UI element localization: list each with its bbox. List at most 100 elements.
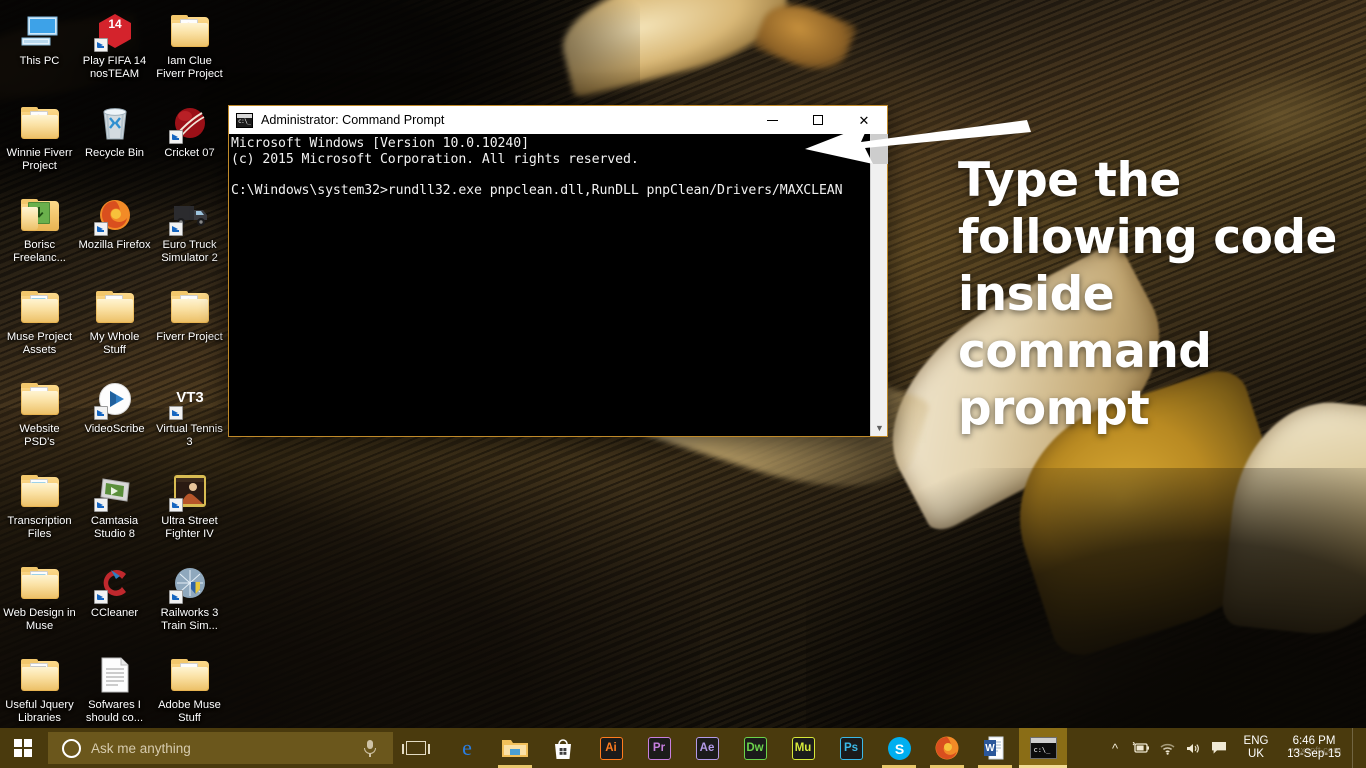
action-center-icon[interactable] <box>1206 728 1232 768</box>
desktop-icon[interactable]: Ultra Street Fighter IV <box>152 466 227 558</box>
taskbar-app-button[interactable]: Pr <box>635 728 683 768</box>
battery-charging-icon[interactable] <box>1128 728 1154 768</box>
taskbar-app-button[interactable]: e <box>443 728 491 768</box>
desktop-icon[interactable]: Borisc Freelanc... <box>2 190 77 282</box>
language-line1: ENG <box>1243 735 1269 747</box>
wifi-icon[interactable] <box>1154 728 1180 768</box>
task-view-button[interactable] <box>393 728 439 768</box>
desktop-icon[interactable]: Web Design in Muse <box>2 558 77 650</box>
desktop-icon-label: Winnie Fiverr Project <box>6 147 73 172</box>
desktop-icon-label: Cricket 07 <box>164 147 215 159</box>
desktop-icon[interactable]: 14 Play FIFA 14 nosTEAM <box>77 6 152 98</box>
desktop-icon-label: Virtual Tennis 3 <box>156 423 223 448</box>
scroll-down-icon[interactable]: ▼ <box>871 419 888 436</box>
desktop-icon-label: Ultra Street Fighter IV <box>161 515 218 540</box>
desktop-icon[interactable]: Muse Project Assets <box>2 282 77 374</box>
taskbar-app-button[interactable]: S <box>875 728 923 768</box>
console-scrollbar[interactable]: ▼ <box>870 134 888 436</box>
ccleaner-icon <box>93 562 136 604</box>
taskbar: Ask me anything e Ai Pr Ae Dw Mu Ps S Wc:\_ ^ <box>0 728 1366 768</box>
volume-icon[interactable] <box>1180 728 1206 768</box>
show-desktop-button[interactable] <box>1352 728 1360 768</box>
desktop-icon[interactable]: Cricket 07 <box>152 98 227 190</box>
console-body[interactable]: Microsoft Windows [Version 10.0.10240] (… <box>229 134 888 436</box>
desktop-icon-label: Play FIFA 14 nosTEAM <box>82 55 147 80</box>
console-output: Microsoft Windows [Version 10.0.10240] (… <box>231 136 843 198</box>
desktop-icon-label: Sofwares I should co... <box>85 699 144 724</box>
shortcut-arrow-icon <box>93 498 108 512</box>
desktop-icon[interactable]: Railworks 3 Train Sim... <box>152 558 227 650</box>
start-button[interactable] <box>0 728 46 768</box>
minimize-button[interactable] <box>749 106 795 134</box>
chevron-up-icon[interactable]: ^ <box>1102 728 1128 768</box>
desktop-icon[interactable]: Euro Truck Simulator 2 <box>152 190 227 282</box>
shortcut-arrow-icon <box>168 130 183 144</box>
computer-icon <box>19 10 61 52</box>
desktop-icon-label: CCleaner <box>90 607 139 619</box>
folder-green-icon <box>19 194 61 236</box>
language-indicator[interactable]: ENG UK <box>1236 735 1276 761</box>
store-icon <box>555 739 571 759</box>
system-tray: ^ ENG UK 6:46 PM 13-Sep-15 wsxsoft.com <box>1102 728 1366 768</box>
desktop-icon[interactable]: Fiverr Project <box>152 282 227 374</box>
taskbar-app-button[interactable] <box>491 728 539 768</box>
desktop-icon-label: Mozilla Firefox <box>78 239 151 251</box>
folder-documents-icon <box>94 286 136 328</box>
folder-code-icon <box>19 654 61 696</box>
desktop-icon[interactable]: Website PSD's <box>2 374 77 466</box>
taskbar-app-button[interactable]: W <box>971 728 1019 768</box>
desktop-icon[interactable]: My Whole Stuff <box>77 282 152 374</box>
clock-date: 13-Sep-15 <box>1287 748 1341 760</box>
taskbar-app-button[interactable] <box>539 728 587 768</box>
desktop-icon-label: Muse Project Assets <box>6 331 73 356</box>
desktop-icon-label: This PC <box>19 55 60 67</box>
folder-firefox-icon <box>169 10 211 52</box>
taskbar-app-button[interactable]: Dw <box>731 728 779 768</box>
folder-muse-icon <box>19 562 61 604</box>
taskbar-app-button[interactable]: Ai <box>587 728 635 768</box>
railworks-icon <box>168 562 211 604</box>
shortcut-arrow-icon <box>93 222 108 236</box>
firefox-icon <box>935 736 959 760</box>
desktop-icon[interactable]: Iam Clue Fiverr Project <box>152 6 227 98</box>
text-document-icon <box>94 654 136 696</box>
desktop-icon[interactable]: VideoScribe <box>77 374 152 466</box>
street-fighter-icon <box>168 470 211 512</box>
taskbar-app-button[interactable]: c:\_ <box>1019 728 1067 768</box>
desktop-icon[interactable]: Recycle Bin <box>77 98 152 190</box>
desktop-icon[interactable]: Camtasia Studio 8 <box>77 466 152 558</box>
shortcut-arrow-icon <box>168 406 183 420</box>
window-titlebar[interactable]: Administrator: Command Prompt ✕ <box>229 106 887 134</box>
svg-text:S: S <box>894 741 903 757</box>
folder-plain-icon <box>169 654 211 696</box>
taskbar-app-button[interactable]: Ps <box>827 728 875 768</box>
desktop-icon-label: Web Design in Muse <box>3 607 76 632</box>
desktop-icon-label: Euro Truck Simulator 2 <box>161 239 218 264</box>
microphone-icon[interactable] <box>361 738 379 758</box>
taskbar-app-button[interactable]: Ae <box>683 728 731 768</box>
illustrator-icon: Ai <box>599 736 623 760</box>
premiere-icon: Pr <box>647 736 671 760</box>
desktop-icon-label: Fiverr Project <box>156 331 223 343</box>
console-icon <box>236 112 253 128</box>
desktop-icon[interactable]: CCleaner <box>77 558 152 650</box>
desktop-icon[interactable]: Transcription Files <box>2 466 77 558</box>
file-explorer-icon <box>502 740 528 757</box>
svg-text:e: e <box>462 735 472 760</box>
recycle-bin-icon <box>94 102 136 144</box>
desktop-icon-label: Borisc Freelanc... <box>13 239 66 264</box>
clock-time: 6:46 PM <box>1292 735 1336 747</box>
desktop-icon[interactable]: VT3 Virtual Tennis 3 <box>152 374 227 466</box>
clock[interactable]: 6:46 PM 13-Sep-15 wsxsoft.com <box>1276 735 1352 761</box>
desktop-icon[interactable]: Winnie Fiverr Project <box>2 98 77 190</box>
taskbar-app-button[interactable] <box>923 728 971 768</box>
desktop-icon[interactable]: This PC <box>2 6 77 98</box>
search-input[interactable]: Ask me anything <box>48 732 393 764</box>
cortana-ring-icon <box>62 738 81 758</box>
taskbar-app-button[interactable]: Mu <box>779 728 827 768</box>
command-prompt-window[interactable]: Administrator: Command Prompt ✕ Microsof… <box>228 105 888 437</box>
videoscribe-icon <box>93 378 136 420</box>
truck-icon <box>168 194 211 236</box>
desktop-icon-grid: This PC 14 Play FIFA 14 nosTEAM Iam Clue Fi… <box>0 0 230 768</box>
desktop-icon[interactable]: Mozilla Firefox <box>77 190 152 282</box>
